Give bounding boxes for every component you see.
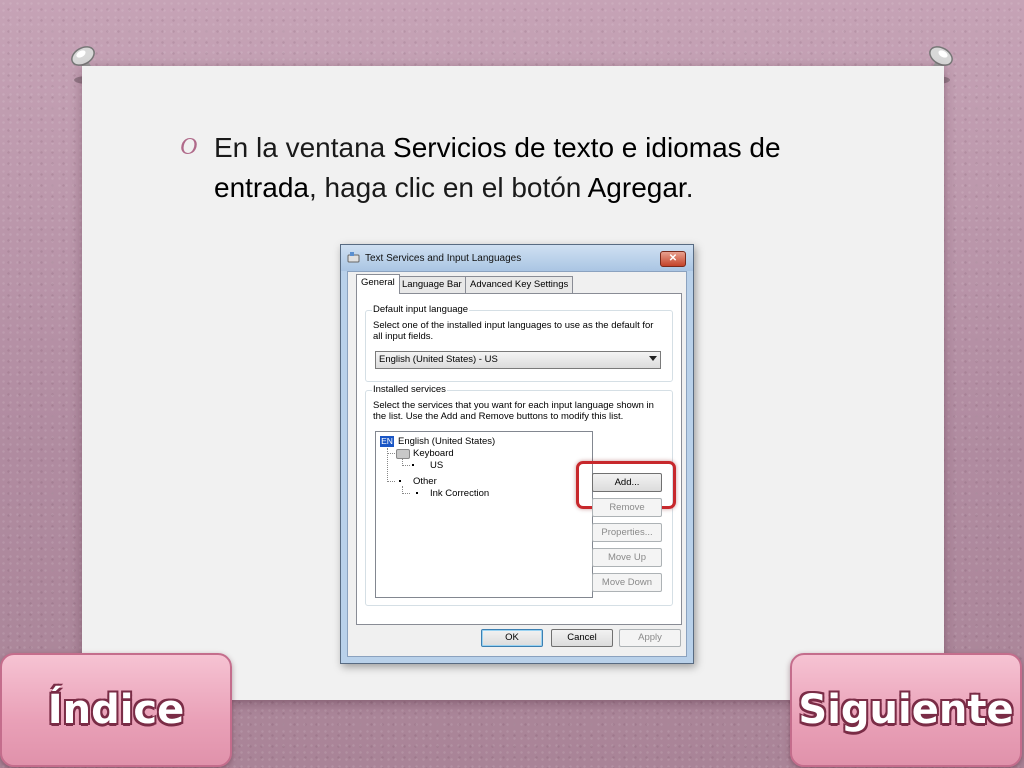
dialog-client: General Language Bar Advanced Key Settin… (347, 271, 687, 657)
move-up-button[interactable]: Move Up (592, 548, 662, 567)
keyboard-icon (396, 449, 410, 459)
cancel-button[interactable]: Cancel (551, 629, 613, 647)
button-name-text: Agregar (587, 172, 686, 203)
instruction-part: . (685, 172, 694, 203)
installed-services-desc: Select the services that you want for ea… (373, 400, 654, 422)
instruction-text: En la ventana Servicios de texto e idiom… (214, 128, 854, 208)
dialog-title: Text Services and Input Languages (365, 253, 522, 264)
index-button[interactable]: Índice (0, 653, 232, 767)
keyboard-icon (347, 252, 360, 263)
next-button[interactable]: Siguiente (790, 653, 1022, 767)
instruction-part: , haga clic en el botón (308, 172, 588, 203)
apply-button[interactable]: Apply (619, 629, 681, 647)
default-language-label: Default input language (372, 304, 470, 315)
tree-item-other[interactable]: Other (413, 476, 437, 487)
tree-item-language[interactable]: English (United States) (398, 436, 495, 447)
chevron-down-icon (649, 356, 657, 361)
installed-services-label: Installed services (372, 384, 447, 395)
general-tab-page: Default input language Select one of the… (356, 293, 682, 625)
tab-general[interactable]: General (356, 274, 400, 294)
tab-language-bar[interactable]: Language Bar (397, 276, 467, 293)
instruction-part: En la ventana (214, 132, 394, 163)
dialog-titlebar: Text Services and Input Languages ✕ (341, 245, 693, 271)
add-button[interactable]: Add... (592, 473, 662, 492)
tree-item-us[interactable]: US (430, 460, 443, 471)
close-button[interactable]: ✕ (660, 251, 686, 267)
text-services-dialog: Text Services and Input Languages ✕ Gene… (340, 244, 694, 664)
move-down-button[interactable]: Move Down (592, 573, 662, 592)
default-language-group: Default input language Select one of the… (365, 304, 673, 382)
properties-button[interactable]: Properties... (592, 523, 662, 542)
remove-button[interactable]: Remove (592, 498, 662, 517)
language-badge: EN (380, 436, 394, 447)
tab-advanced-key-settings[interactable]: Advanced Key Settings (465, 276, 574, 293)
default-language-desc: Select one of the installed input langua… (373, 320, 654, 342)
bullet-icon: O (180, 134, 198, 160)
tree-item-ink-correction[interactable]: Ink Correction (430, 488, 489, 499)
default-language-select[interactable]: English (United States) - US (375, 351, 661, 369)
default-language-value: English (United States) - US (379, 354, 498, 365)
installed-services-group: Installed services Select the services t… (365, 384, 676, 606)
tree-item-keyboard[interactable]: Keyboard (413, 448, 454, 459)
services-tree[interactable]: EN English (United States) Keyboard US O… (375, 431, 593, 598)
ok-button[interactable]: OK (481, 629, 543, 647)
